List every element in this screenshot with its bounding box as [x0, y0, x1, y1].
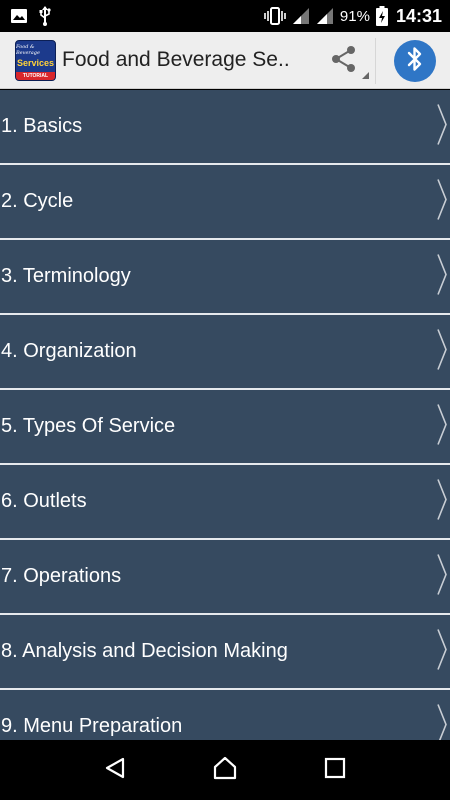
share-icon — [330, 44, 358, 79]
clock: 14:31 — [395, 5, 442, 26]
bluetooth-button[interactable] — [394, 40, 436, 82]
chevron-right-icon — [436, 252, 448, 301]
usb-icon — [38, 6, 52, 26]
list-item-label: 2. Cycle — [1, 190, 74, 212]
status-left — [10, 6, 52, 26]
bluetooth-icon — [406, 46, 424, 77]
list-item-organization[interactable]: 4. Organization — [0, 315, 450, 390]
chevron-right-icon — [436, 477, 448, 526]
app-logo: Food & Beverage Services TUTORIAL — [15, 39, 56, 81]
chevron-right-icon — [436, 177, 448, 226]
logo-top-text: Food & Beverage — [16, 43, 40, 56]
status-bar: 91% 14:31 — [0, 0, 450, 32]
chevron-right-icon — [436, 102, 448, 151]
navigation-bar — [0, 740, 450, 800]
list-item-menu-preparation[interactable]: 9. Menu Preparation — [0, 690, 450, 740]
back-icon — [103, 756, 127, 785]
list-item-label: 4. Organization — [1, 340, 137, 362]
topic-list: 1. Basics 2. Cycle 3. Terminology 4. Org… — [0, 90, 450, 740]
list-item-label: 9. Menu Preparation — [1, 715, 183, 737]
recents-icon — [324, 757, 346, 784]
list-item-terminology[interactable]: 3. Terminology — [0, 240, 450, 315]
chevron-right-icon — [436, 702, 448, 740]
gallery-icon — [10, 8, 28, 24]
list-item-analysis-and-decision-making[interactable]: 8. Analysis and Decision Making — [0, 615, 450, 690]
list-item-label: 5. Types Of Service — [1, 415, 176, 437]
recents-button[interactable] — [315, 750, 355, 790]
list-item-label: 7. Operations — [1, 565, 122, 587]
chevron-right-icon — [436, 552, 448, 601]
home-icon — [212, 756, 238, 785]
logo-mid-text: Services — [16, 58, 55, 68]
signal-icon-2 — [316, 7, 334, 25]
signal-icon — [292, 7, 310, 25]
logo-bottom-text: TUTORIAL — [16, 71, 55, 80]
battery-percent: 91% — [339, 7, 370, 25]
list-item-label: 1. Basics — [1, 115, 83, 137]
list-item-outlets[interactable]: 6. Outlets — [0, 465, 450, 540]
battery-charging-icon — [375, 6, 388, 26]
list-item-basics[interactable]: 1. Basics — [0, 90, 450, 165]
chevron-right-icon — [436, 327, 448, 376]
list-item-label: 6. Outlets — [1, 490, 87, 512]
list-item-label: 3. Terminology — [1, 265, 131, 287]
app-bar: Food & Beverage Services TUTORIAL Food a… — [0, 32, 450, 89]
back-button[interactable] — [95, 750, 135, 790]
overflow-corner-indicator — [362, 72, 369, 79]
status-right: 91% 14:31 — [264, 6, 442, 27]
list-item-types-of-service[interactable]: 5. Types Of Service — [0, 390, 450, 465]
list-item-label: 8. Analysis and Decision Making — [1, 640, 288, 662]
list-item-cycle[interactable]: 2. Cycle — [0, 165, 450, 240]
home-button[interactable] — [205, 750, 245, 790]
app-title: Food and Beverage Se.. — [62, 48, 290, 71]
list-item-operations[interactable]: 7. Operations — [0, 540, 450, 615]
share-button[interactable] — [312, 38, 376, 84]
vibrate-icon — [264, 7, 286, 25]
chevron-right-icon — [436, 402, 448, 451]
chevron-right-icon — [436, 627, 448, 676]
